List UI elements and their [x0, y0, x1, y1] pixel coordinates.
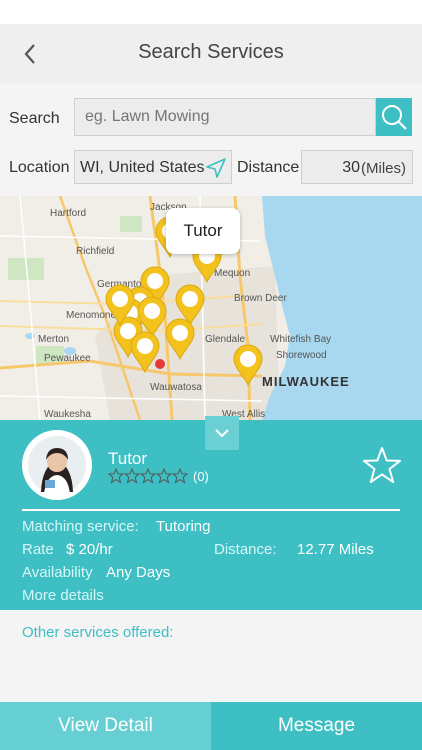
availability-label: Availability: [22, 564, 93, 581]
location-value: WI, United States: [80, 159, 205, 176]
provider-card: Tutor (0) Matching service: Tutoring Rat…: [0, 416, 422, 610]
view-detail-button[interactable]: View Detail: [0, 702, 211, 750]
provider-name: Tutor: [108, 449, 148, 468]
map-pin-icon[interactable]: [129, 331, 161, 373]
matching-service-value: Tutoring: [156, 518, 211, 535]
location-arrow-icon[interactable]: [205, 157, 227, 179]
distance-label: Distance: [237, 159, 300, 176]
search-input[interactable]: [74, 98, 376, 136]
rating-stars: [108, 468, 188, 484]
location-label: Location: [9, 159, 70, 176]
search-button[interactable]: [376, 98, 412, 136]
rating-count: (0): [193, 468, 209, 484]
rating: (0): [108, 468, 209, 484]
more-details-link[interactable]: More details: [22, 587, 104, 604]
map-label-wauwatosa: Wauwatosa: [150, 382, 202, 393]
search-icon: [382, 105, 407, 130]
rating-star-icon: [156, 468, 172, 484]
message-button[interactable]: Message: [211, 702, 422, 750]
distance-field[interactable]: 30 (Miles): [301, 150, 413, 184]
page-title: Search Services: [138, 41, 284, 63]
availability-value: Any Days: [106, 564, 171, 581]
avatar[interactable]: [22, 430, 92, 500]
matching-service-label: Matching service:: [22, 518, 139, 535]
map-label-richfield: Richfield: [76, 246, 115, 257]
search-label: Search: [9, 110, 60, 127]
card-divider: [22, 509, 400, 511]
map-label-pewaukee: Pewaukee: [44, 353, 91, 364]
map-label-waukesha: Waukesha: [44, 409, 91, 420]
collapse-button[interactable]: [205, 416, 239, 450]
map-label-brown-deer: Brown Deer: [234, 293, 287, 304]
map-label-hartford: Hartford: [50, 208, 87, 219]
other-services-section: Other services offered:: [0, 610, 422, 702]
map-view[interactable]: Hartford Jackson Richfield Germantown Me…: [0, 196, 422, 420]
distance-unit: (Miles): [361, 160, 406, 177]
map-label-whitefish-bay: Whitefish Bay: [270, 334, 332, 345]
search-panel: Search Location WI, United States Distan…: [0, 84, 422, 196]
rating-star-icon: [140, 468, 156, 484]
location-field[interactable]: WI, United States: [74, 150, 232, 184]
distance-value: 30: [342, 159, 360, 176]
status-bar-area: [0, 0, 422, 24]
rating-star-icon: [124, 468, 140, 484]
rate-label: Rate: [22, 541, 54, 558]
map-label-merton: Merton: [38, 334, 70, 345]
map-pin-icon[interactable]: [164, 318, 196, 360]
nav-bar: Search Services: [0, 24, 422, 84]
map-pin-tooltip[interactable]: Tutor: [166, 208, 240, 254]
other-services-label: Other services offered:: [22, 624, 174, 641]
map-pin-icon[interactable]: [104, 284, 136, 326]
distance-info-label: Distance:: [214, 541, 277, 558]
map-label-shorewood: Shorewood: [276, 350, 327, 361]
chevron-down-icon: [215, 429, 229, 438]
rating-star-icon: [172, 468, 188, 484]
rating-star-icon: [108, 468, 124, 484]
map-pin-icon[interactable]: [232, 344, 264, 386]
distance-info-value: 12.77 Miles: [297, 541, 374, 558]
star-outline-icon: [363, 447, 401, 483]
favorite-button[interactable]: [362, 446, 402, 489]
provider-photo: [24, 432, 90, 498]
rate-value: $ 20/hr: [66, 541, 113, 558]
map-label-milwaukee: MILWAUKEE: [262, 374, 350, 389]
